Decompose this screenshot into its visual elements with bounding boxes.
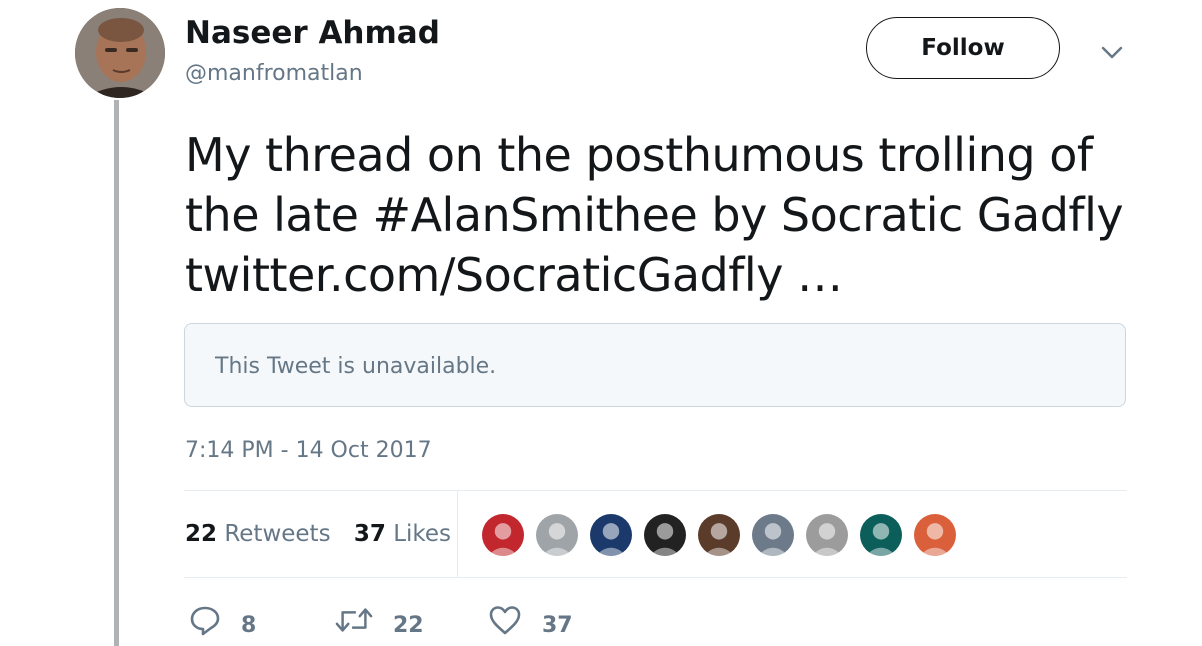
tweet-text-segment: the late — [185, 188, 373, 242]
likes-stat[interactable]: 37 Likes — [354, 519, 451, 549]
tweet-timestamp[interactable]: 7:14 PM - 14 Oct 2017 — [185, 436, 432, 466]
reply-icon — [190, 606, 220, 636]
divider — [184, 577, 1127, 578]
retweet-button[interactable]: 22 — [335, 600, 424, 640]
tweet-text-segment: by Socratic Gadfly — [697, 188, 1124, 242]
retweets-stat[interactable]: 22 Retweets — [185, 519, 331, 549]
like-button[interactable]: 37 — [488, 600, 573, 640]
retweets-label: Retweets — [224, 521, 331, 547]
likes-label: Likes — [393, 521, 452, 547]
heart-icon — [489, 606, 521, 635]
divider — [184, 490, 1127, 491]
quoted-tweet-card[interactable]: This Tweet is unavailable. — [184, 323, 1126, 407]
follow-button[interactable]: Follow — [866, 17, 1060, 79]
quoted-tweet-unavailable-message: This Tweet is unavailable. — [215, 354, 497, 379]
tweet-url-link[interactable]: twitter.com/SocraticGadfly … — [185, 248, 843, 302]
tweet-text-line-1: My thread on the posthumous trolling of — [185, 128, 1093, 182]
tweet-text-line-3: twitter.com/SocraticGadfly … — [185, 245, 1145, 305]
reply-button[interactable]: 8 — [189, 600, 256, 640]
liker-avatar-7[interactable] — [804, 512, 850, 558]
author-handle[interactable]: @manfromatlan — [185, 60, 363, 88]
hashtag-link[interactable]: #AlanSmithee — [373, 188, 698, 242]
liker-avatar-6[interactable] — [750, 512, 796, 558]
reply-count: 8 — [241, 612, 257, 638]
tweet-text-line-2: the late #AlanSmithee by Socratic Gadfly — [185, 185, 1145, 245]
liker-avatar-8[interactable] — [858, 512, 904, 558]
liker-avatar-3[interactable] — [588, 512, 634, 558]
liker-avatar-1[interactable] — [480, 512, 526, 558]
liker-avatar-9[interactable] — [912, 512, 958, 558]
chevron-down-icon[interactable] — [1099, 40, 1125, 66]
likes-count: 37 — [353, 521, 386, 547]
tweet-stats: 22 Retweets 37 Likes — [185, 519, 467, 549]
thread-connector-line — [114, 100, 119, 646]
avatar-portrait — [75, 8, 165, 98]
retweets-count: 22 — [185, 521, 218, 547]
retweet-icon — [335, 608, 373, 632]
retweet-count: 22 — [393, 612, 424, 638]
liker-avatar-4[interactable] — [642, 512, 688, 558]
liker-avatar-2[interactable] — [534, 512, 580, 558]
author-display-name[interactable]: Naseer Ahmad — [185, 14, 440, 52]
tweet-text: My thread on the posthumous trolling of … — [185, 125, 1145, 305]
liker-avatar-5[interactable] — [696, 512, 742, 558]
like-count: 37 — [542, 612, 573, 638]
author-avatar[interactable] — [75, 8, 165, 98]
